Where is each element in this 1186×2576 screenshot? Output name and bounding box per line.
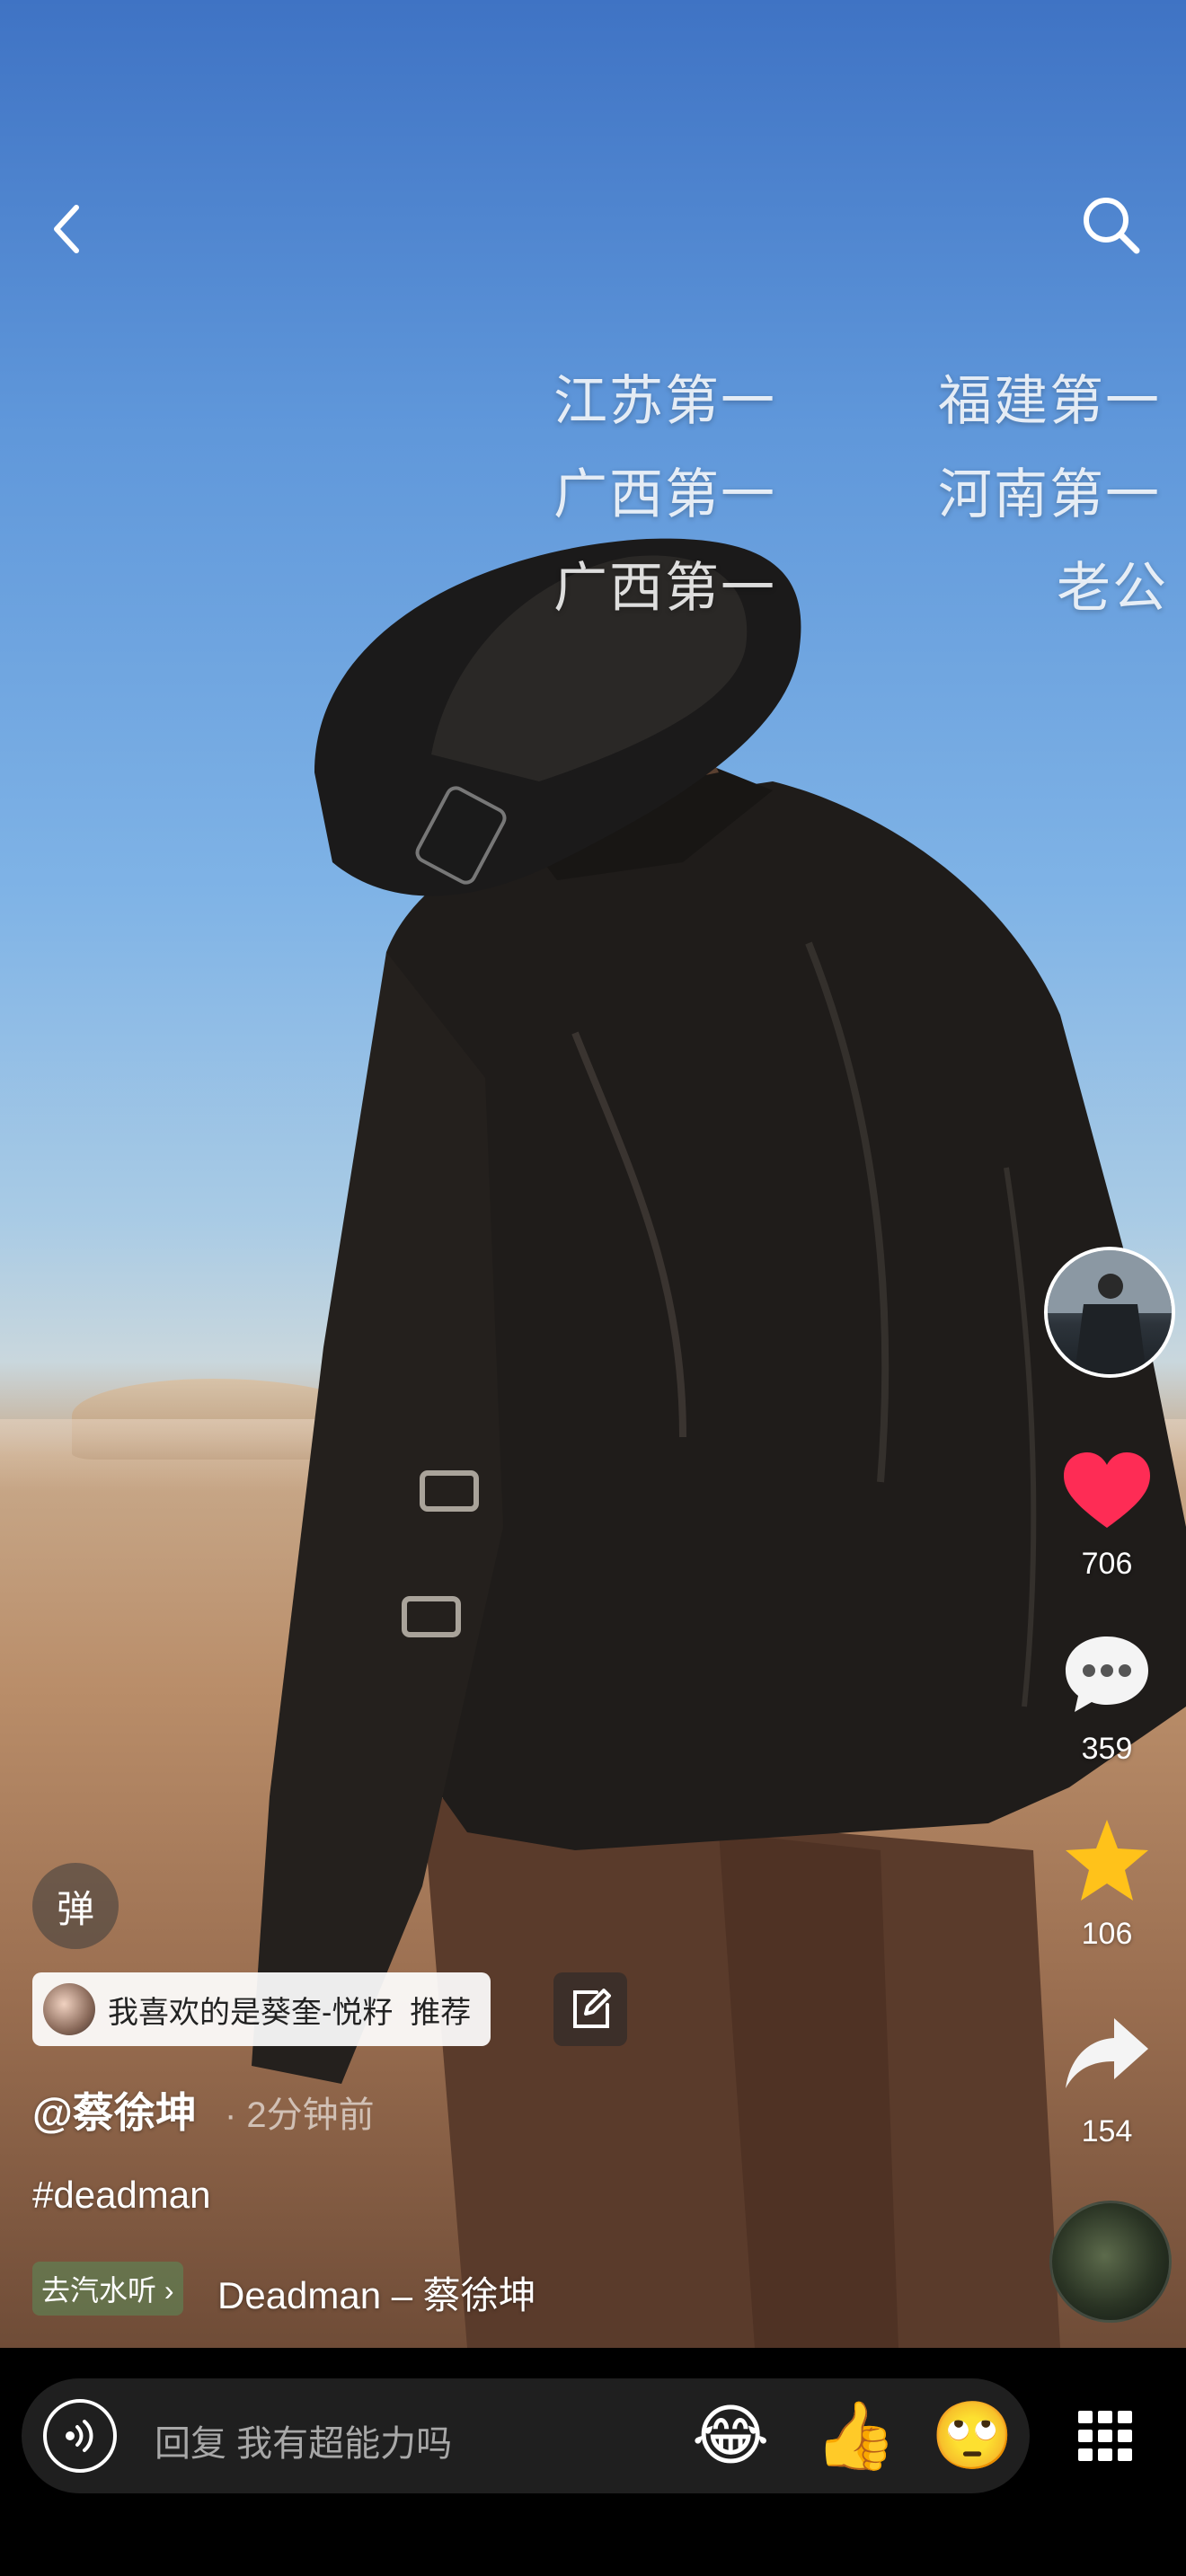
music-title[interactable]: Deadman – 蔡徐坤 <box>217 2265 536 2320</box>
favorite-count: 106 <box>1081 1917 1133 1951</box>
thumbs-up-emoji-button[interactable]: 👍 <box>814 2400 897 2472</box>
star-icon <box>1066 1820 1148 1901</box>
like-count: 706 <box>1081 1547 1133 1581</box>
comment-bubble-icon <box>1066 1636 1148 1712</box>
voice-input-button[interactable] <box>43 2399 117 2473</box>
music-disc[interactable] <box>1049 2201 1172 2323</box>
edit-icon <box>573 1989 611 2028</box>
eye-roll-emoji-button[interactable]: 🙄 <box>931 2400 1013 2472</box>
search-icon <box>1084 198 1140 254</box>
share-count: 154 <box>1081 2114 1133 2148</box>
avatar-photo <box>1048 1250 1172 1374</box>
danmaku-toggle-button[interactable]: 弹 <box>32 1863 119 1949</box>
like-button[interactable] <box>1060 1448 1154 1534</box>
danmaku-toggle-label: 弹 <box>56 1887 94 1930</box>
grid-icon <box>1078 2411 1132 2461</box>
edit-recommendation-button[interactable] <box>553 1972 627 2046</box>
recommendation-chip[interactable]: 我喜欢的是葵奎-悦籽 推荐 <box>32 1972 491 2046</box>
voice-icon <box>66 2420 93 2452</box>
favorite-button[interactable] <box>1060 1816 1154 1902</box>
danmaku-comment: 老公 <box>1057 558 1168 618</box>
music-link-label: 去汽水听 › <box>41 2274 174 2307</box>
danmaku-comment: 广西第一 <box>553 464 776 525</box>
open-music-app-link[interactable]: 去汽水听 › <box>32 2262 183 2316</box>
back-button[interactable] <box>36 198 99 260</box>
danmaku-comment: 福建第一 <box>938 371 1161 431</box>
share-arrow-icon <box>1066 2018 1148 2088</box>
comment-count: 359 <box>1081 1732 1133 1766</box>
comment-button[interactable] <box>1060 1631 1154 1717</box>
danmaku-comment: 河南第一 <box>938 464 1161 525</box>
more-panel-button[interactable] <box>1078 2411 1132 2466</box>
reply-placeholder: 回复 我有超能力吗 <box>155 2424 453 2464</box>
recommendation-text: 我喜欢的是葵奎-悦籽 推荐 <box>108 1995 472 2030</box>
danmaku-comment: 江苏第一 <box>553 371 776 431</box>
share-button[interactable] <box>1060 2010 1154 2096</box>
chevron-left-icon <box>54 205 79 253</box>
danmaku-comment: 广西第一 <box>553 558 776 618</box>
author-avatar[interactable] <box>1044 1247 1175 1378</box>
search-button[interactable] <box>1075 189 1146 260</box>
laughing-emoji-button[interactable]: 😂 <box>692 2400 769 2472</box>
hashtag[interactable]: #deadman <box>32 2174 211 2217</box>
recommender-avatar <box>43 1983 95 2035</box>
post-time: · 2分钟前 <box>225 2095 375 2135</box>
heart-icon <box>1064 1452 1150 1528</box>
author-name[interactable]: @蔡徐坤 <box>32 2080 197 2139</box>
